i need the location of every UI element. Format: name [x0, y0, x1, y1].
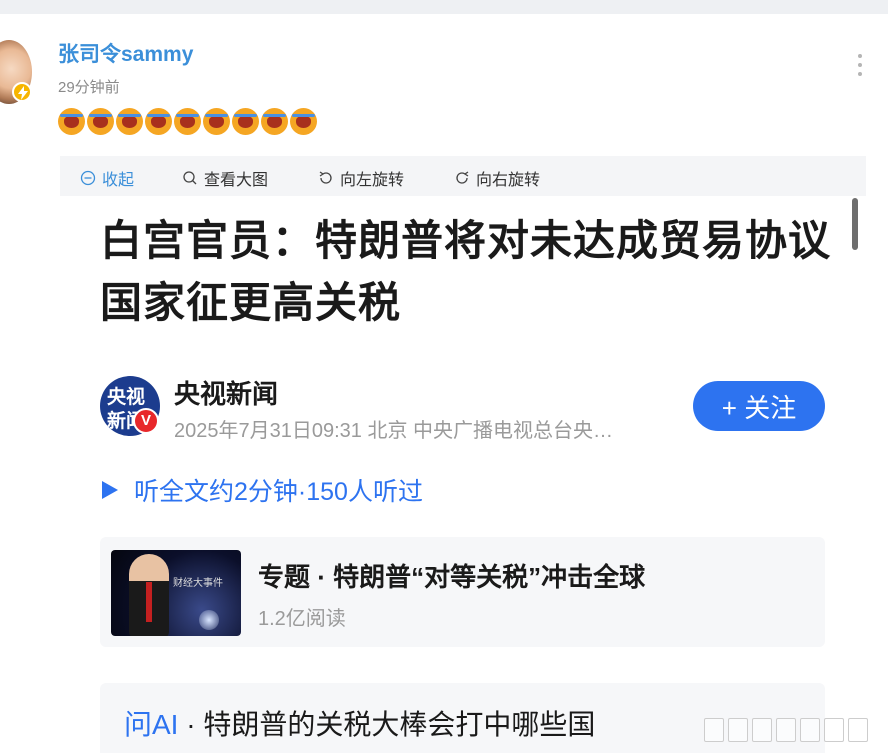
- ask-ai-question: 问AI · 特朗普的关税大棒会打中哪些国: [124, 703, 595, 743]
- play-icon: [102, 481, 118, 499]
- rotate-left-label: 向左旋转: [340, 172, 405, 189]
- verified-v-icon: V: [133, 408, 159, 434]
- source-name: 央视新闻: [174, 379, 279, 409]
- logo-text-line1: 央视: [107, 387, 146, 408]
- rotate-right-button[interactable]: 向右旋转: [454, 166, 540, 190]
- thumb-caption: 财经大事件: [173, 578, 223, 589]
- emoji-row: [58, 108, 317, 136]
- crying-emoji-icon: [87, 108, 114, 135]
- rotate-left-button[interactable]: 向左旋转: [318, 166, 404, 190]
- collapse-label: 收起: [102, 172, 135, 189]
- topic-thumbnail: 财经大事件: [111, 550, 241, 636]
- crying-emoji-icon: [145, 108, 172, 135]
- listen-full-text: 听全文约2分钟·150人听过: [100, 472, 423, 508]
- more-options-icon[interactable]: [855, 54, 865, 80]
- crying-emoji-icon: [261, 108, 288, 135]
- top-divider: [0, 0, 888, 14]
- ask-ai-label: 问AI: [124, 709, 179, 740]
- topic-reads: 1.2亿阅读: [258, 608, 346, 630]
- follow-button: + 关注: [693, 381, 825, 431]
- view-large-button[interactable]: 查看大图: [182, 166, 268, 190]
- listen-label: 听全文约2分钟·150人听过: [134, 478, 423, 506]
- collapse-button[interactable]: 收起: [80, 166, 134, 190]
- username-link[interactable]: 张司令sammy: [58, 38, 193, 68]
- view-large-label: 查看大图: [204, 172, 269, 189]
- rotate-right-icon: [456, 171, 469, 184]
- rotate-left-icon: [319, 171, 332, 184]
- crying-emoji-icon: [232, 108, 259, 135]
- watermark: [690, 712, 880, 746]
- scrollbar-thumb[interactable]: [852, 198, 858, 250]
- collapse-icon: [80, 170, 96, 186]
- crying-emoji-icon: [116, 108, 143, 135]
- image-toolbar: 收起 查看大图 向左旋转 向右旋转: [60, 156, 866, 196]
- crying-emoji-icon: [174, 108, 201, 135]
- rotate-right-label: 向右旋转: [476, 172, 541, 189]
- crying-emoji-icon: [203, 108, 230, 135]
- article-headline: 白宫官员：特朗普将对未达成贸易协议国家征更高关税: [100, 217, 832, 326]
- magnifier-icon: [183, 171, 197, 185]
- post-time[interactable]: 29分钟前: [58, 76, 120, 97]
- crying-emoji-icon: [290, 108, 317, 135]
- topic-title: 专题 · 特朗普“对等关税”冲击全球: [258, 562, 646, 592]
- lightning-badge-icon: [12, 82, 32, 102]
- ask-ai-text: · 特朗普的关税大棒会打中哪些国: [178, 709, 596, 740]
- crying-emoji-icon: [58, 108, 85, 135]
- source-meta: 2025年7月31日09:31 北京 中央广播电视总台央…: [174, 420, 614, 442]
